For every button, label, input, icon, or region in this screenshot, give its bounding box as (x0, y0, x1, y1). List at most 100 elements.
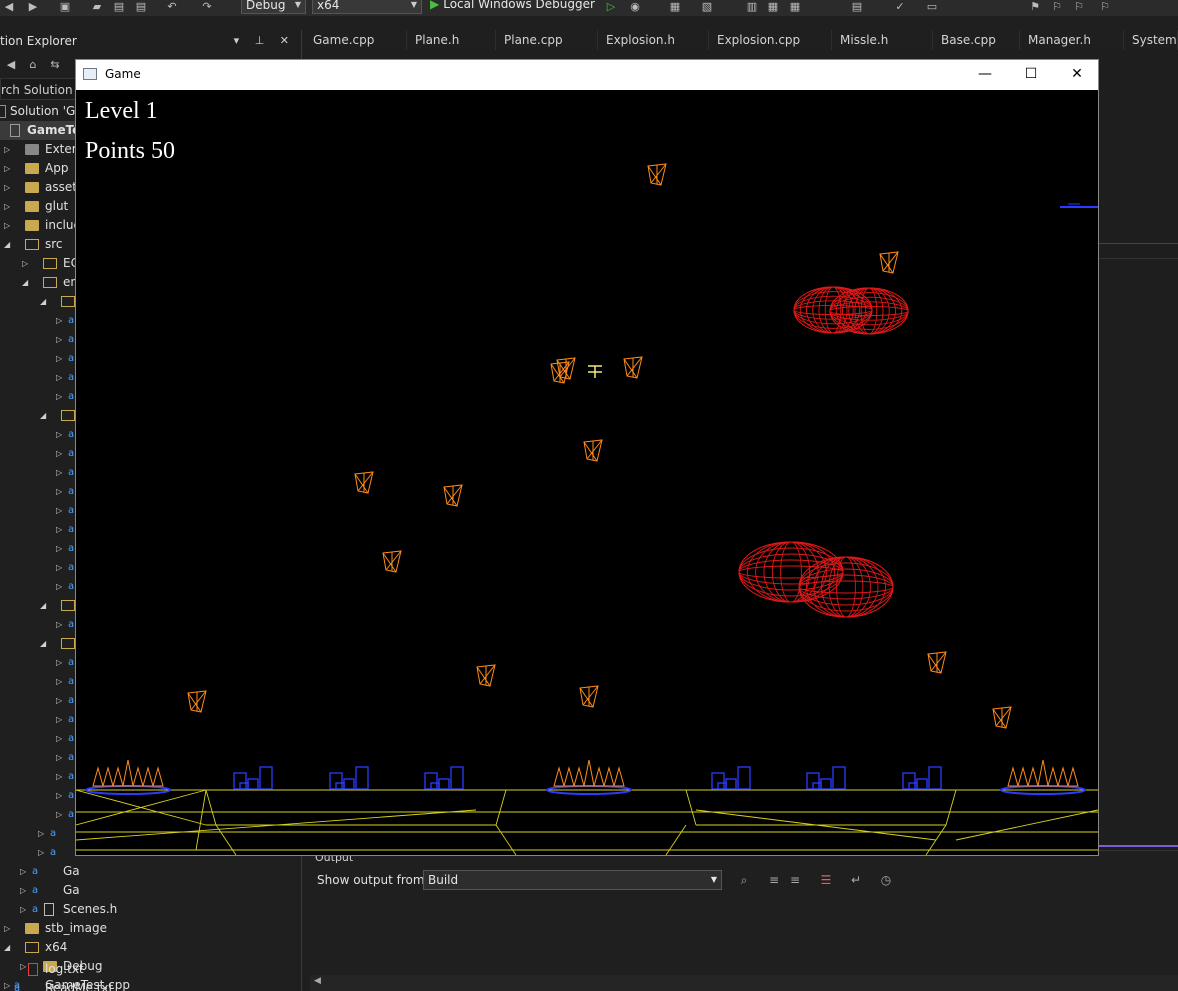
tab-base-cpp[interactable]: Base.cpp (933, 30, 1020, 50)
expand-icon: ▷ (56, 544, 63, 553)
start-debugging-button[interactable]: ▶ Local Windows Debugger (430, 0, 595, 14)
dropdown-icon[interactable]: ▾ (234, 34, 246, 47)
enemy-plane (927, 651, 947, 674)
open-folder-icon[interactable]: ▰ (90, 0, 104, 14)
output-source-select[interactable]: Build ▼ (423, 870, 722, 890)
tab-label: Base.cpp (941, 33, 996, 47)
close-icon[interactable]: ✕ (280, 34, 295, 47)
expand-icon: ▷ (56, 487, 63, 496)
word-wrap-icon[interactable]: ↵ (848, 872, 864, 888)
game-scene (76, 163, 1098, 855)
chart-icon[interactable]: ▥ (745, 0, 759, 14)
tab-manager-h[interactable]: Manager.h (1020, 30, 1124, 50)
spell-check-icon[interactable]: ✓ (893, 0, 907, 14)
undo-icon[interactable]: ↶ (165, 0, 179, 14)
save-icon[interactable]: ▤ (112, 0, 126, 14)
next-message-icon[interactable]: ≡ (787, 872, 803, 888)
folder-open-icon (25, 942, 39, 953)
back-icon[interactable]: ◀ (4, 58, 18, 72)
tree-item-log-txt[interactable]: log.txt (0, 960, 302, 979)
game-canvas[interactable]: Level 1 Points 50 (76, 90, 1098, 855)
configuration-select[interactable]: Debug ▼ (241, 0, 306, 14)
solution-explorer-header: tion Explorer ▾ ⊥ ✕ (0, 30, 301, 52)
panel-header-buttons: ▾ ⊥ ✕ (234, 30, 295, 52)
enemy-plane (879, 251, 899, 274)
close-button[interactable]: ✕ (1054, 60, 1100, 90)
comment-icon[interactable]: ▭ (925, 0, 939, 14)
city-building (329, 766, 369, 790)
tab-explosion-cpp[interactable]: Explosion.cpp (709, 30, 832, 50)
folder-icon (25, 201, 39, 212)
expand-icon: ▷ (56, 506, 63, 515)
find-message-icon[interactable]: ⌕ (736, 872, 752, 888)
lock-icon: a (50, 828, 57, 839)
city-building (806, 766, 846, 790)
game-window: Game — ☐ ✕ Level 1 Points 50 (75, 59, 1099, 856)
tree-item-ga-1[interactable]: ▷ a Ga (0, 862, 302, 881)
navigate-forward-icon[interactable]: ▶ (26, 0, 40, 14)
layout-icon[interactable]: ▧ (700, 0, 714, 14)
expand-icon: ▷ (56, 430, 63, 439)
expand-icon: ▷ (4, 202, 11, 211)
switch-views-icon[interactable]: ⇆ (48, 58, 62, 72)
tree-item-ga-2[interactable]: ▷ a Ga (0, 881, 302, 900)
points-indicator: Points 50 (85, 138, 176, 164)
tab-game-cpp[interactable]: Game.cpp (305, 30, 407, 50)
lock-icon: a (68, 429, 75, 440)
expand-icon: ▷ (4, 183, 11, 192)
bookmark-icon[interactable]: ⚐ (1050, 0, 1064, 14)
bookmark-icon[interactable]: ⚐ (1072, 0, 1086, 14)
panel-title: tion Explorer (0, 34, 77, 48)
expand-icon: ▷ (56, 677, 63, 686)
expand-icon: ▷ (38, 848, 45, 857)
redo-icon[interactable]: ↷ (200, 0, 214, 14)
clear-all-icon[interactable]: ☰ (818, 872, 834, 888)
previous-message-icon[interactable]: ≡ (766, 872, 782, 888)
tree-item-readme-txt[interactable]: a ReadMe.txt (0, 979, 302, 991)
tab-system-h[interactable]: System.h (1124, 30, 1178, 50)
pin-icon[interactable]: ⊥ (255, 34, 271, 47)
enemy-plane (647, 163, 667, 186)
lock-icon: a (32, 866, 39, 877)
minimize-button[interactable]: — (962, 60, 1008, 90)
tree-item-stb-image[interactable]: ▷ stb_image (0, 919, 302, 938)
browse-icon[interactable]: ▦ (668, 0, 682, 14)
hot-reload-icon[interactable]: ◉ (628, 0, 642, 14)
navigate-back-icon[interactable]: ◀ (2, 0, 16, 14)
platform-value: x64 (317, 0, 340, 12)
format-icon[interactable]: ▤ (850, 0, 864, 14)
tab-missle-h[interactable]: Missle.h (832, 30, 933, 50)
bookmark-icon[interactable]: ⚐ (1098, 0, 1112, 14)
clock-icon[interactable]: ◷ (878, 872, 894, 888)
grid-icon[interactable]: ▦ (788, 0, 802, 14)
expand-icon: ▷ (56, 734, 63, 743)
tab-plane-cpp[interactable]: Plane.cpp (496, 30, 598, 50)
tree-item-x64[interactable]: ◢ x64 (0, 938, 302, 957)
explosion (829, 287, 909, 335)
new-project-icon[interactable]: ▣ (58, 0, 72, 14)
expand-icon: ▷ (56, 791, 63, 800)
save-all-icon[interactable]: ▤ (134, 0, 148, 14)
start-without-debugging-icon[interactable]: ▷ (604, 0, 618, 14)
tab-label: Explosion.h (606, 33, 675, 47)
tree-item-scenes-h[interactable]: ▷ a Scenes.h (0, 900, 302, 919)
lock-icon: a (68, 353, 75, 364)
tab-plane-h[interactable]: Plane.h (407, 30, 496, 50)
lock-icon: a (68, 543, 75, 554)
lock-icon: a (68, 619, 75, 630)
bookmark-icon[interactable]: ⚑ (1028, 0, 1042, 14)
folder-icon (61, 410, 75, 421)
maximize-button[interactable]: ☐ (1008, 60, 1054, 90)
folder-icon (25, 220, 39, 231)
divider (1099, 258, 1178, 259)
enemy-plane (476, 664, 496, 687)
tab-explosion-h[interactable]: Explosion.h (598, 30, 709, 50)
game-title-bar[interactable]: Game — ☐ ✕ (76, 60, 1098, 90)
scroll-left-icon[interactable]: ◀ (314, 976, 321, 986)
grid-icon[interactable]: ▦ (766, 0, 780, 14)
window-title: Game (105, 67, 141, 81)
folder-icon (43, 258, 57, 269)
platform-select[interactable]: x64 ▼ (312, 0, 422, 14)
home-icon[interactable]: ⌂ (26, 58, 40, 72)
horizontal-scrollbar[interactable]: ◀ (310, 975, 1178, 991)
